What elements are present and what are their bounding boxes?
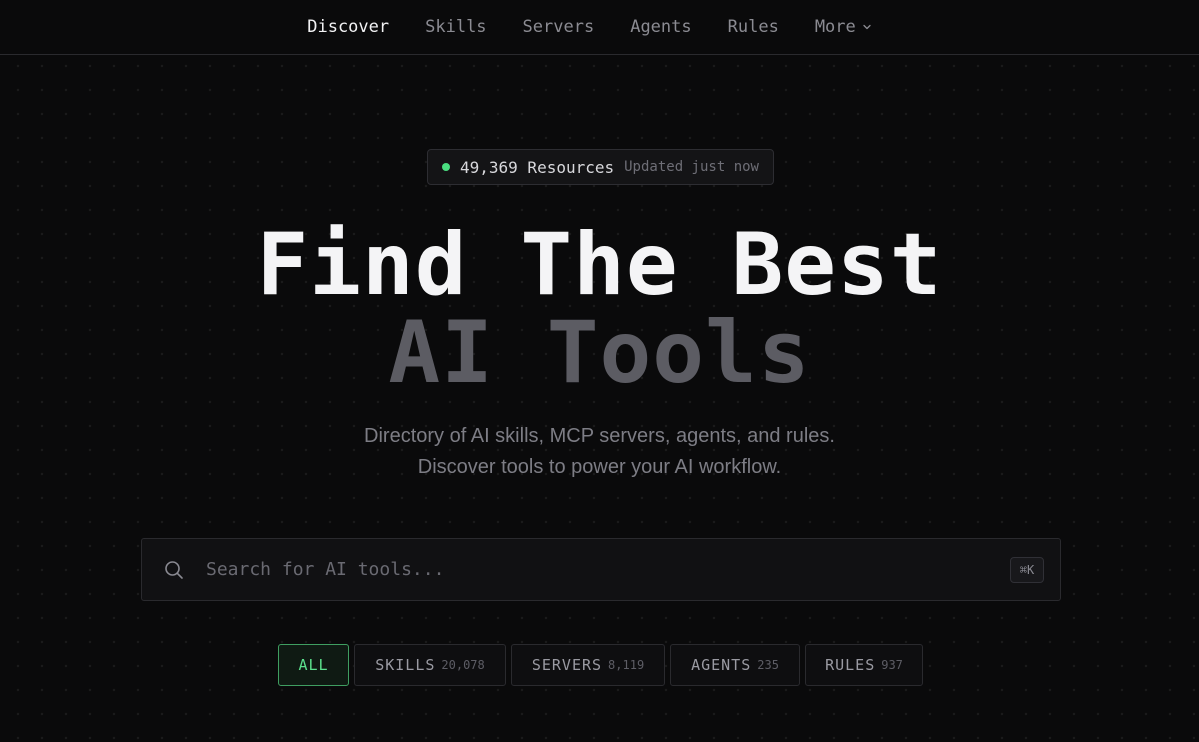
nav-discover[interactable]: Discover (307, 17, 389, 37)
resource-count: 49,369 Resources (460, 157, 615, 177)
hero-subtitle-line1: Directory of AI skills, MCP servers, age… (364, 425, 835, 447)
filter-skills-count: 20,078 (441, 658, 485, 672)
filter-agents-count: 235 (757, 658, 779, 672)
search-input[interactable] (204, 548, 1010, 591)
nav-more[interactable]: More (815, 17, 872, 37)
filter-all-label: ALL (298, 656, 329, 674)
hero-title-line1: Find The Best (256, 215, 943, 315)
updated-status: Updated just now (624, 159, 759, 175)
filter-skills-label: SKILLS (375, 656, 436, 674)
filter-all[interactable]: ALL (278, 644, 349, 686)
filter-rules-label: RULES (825, 656, 876, 674)
status-dot-icon (442, 163, 450, 171)
keyboard-shortcut-hint: ⌘K (1010, 556, 1044, 583)
filter-skills[interactable]: SKILLS 20,078 (354, 644, 506, 686)
filter-servers-label: SERVERS (531, 656, 603, 674)
search-bar: ⌘K (141, 538, 1061, 601)
filter-agents[interactable]: AGENTS 235 (670, 644, 800, 686)
filter-servers-count: 8,119 (608, 658, 645, 672)
hero-subtitle-line2: Discover tools to power your AI workflow… (417, 456, 782, 478)
resources-badge: 49,369 Resources Updated just now (427, 149, 774, 185)
filter-servers[interactable]: SERVERS 8,119 (511, 644, 665, 686)
nav-agents[interactable]: Agents (630, 17, 691, 37)
chevron-down-icon (863, 24, 871, 30)
nav-skills[interactable]: Skills (425, 17, 486, 37)
filter-agents-label: AGENTS (691, 656, 752, 674)
top-nav: Discover Skills Servers Agents Rules Mor… (0, 0, 1199, 55)
filter-rules[interactable]: RULES 937 (805, 644, 923, 686)
nav-more-label: More (814, 17, 856, 37)
nav-rules[interactable]: Rules (728, 17, 779, 37)
filter-tabs: ALL SKILLS 20,078 SERVERS 8,119 AGENTS 2… (0, 644, 1199, 686)
search-icon (165, 560, 183, 579)
hero-title-line2: AI Tools (388, 303, 811, 403)
nav-servers[interactable]: Servers (523, 17, 595, 37)
filter-rules-count: 937 (881, 658, 903, 672)
